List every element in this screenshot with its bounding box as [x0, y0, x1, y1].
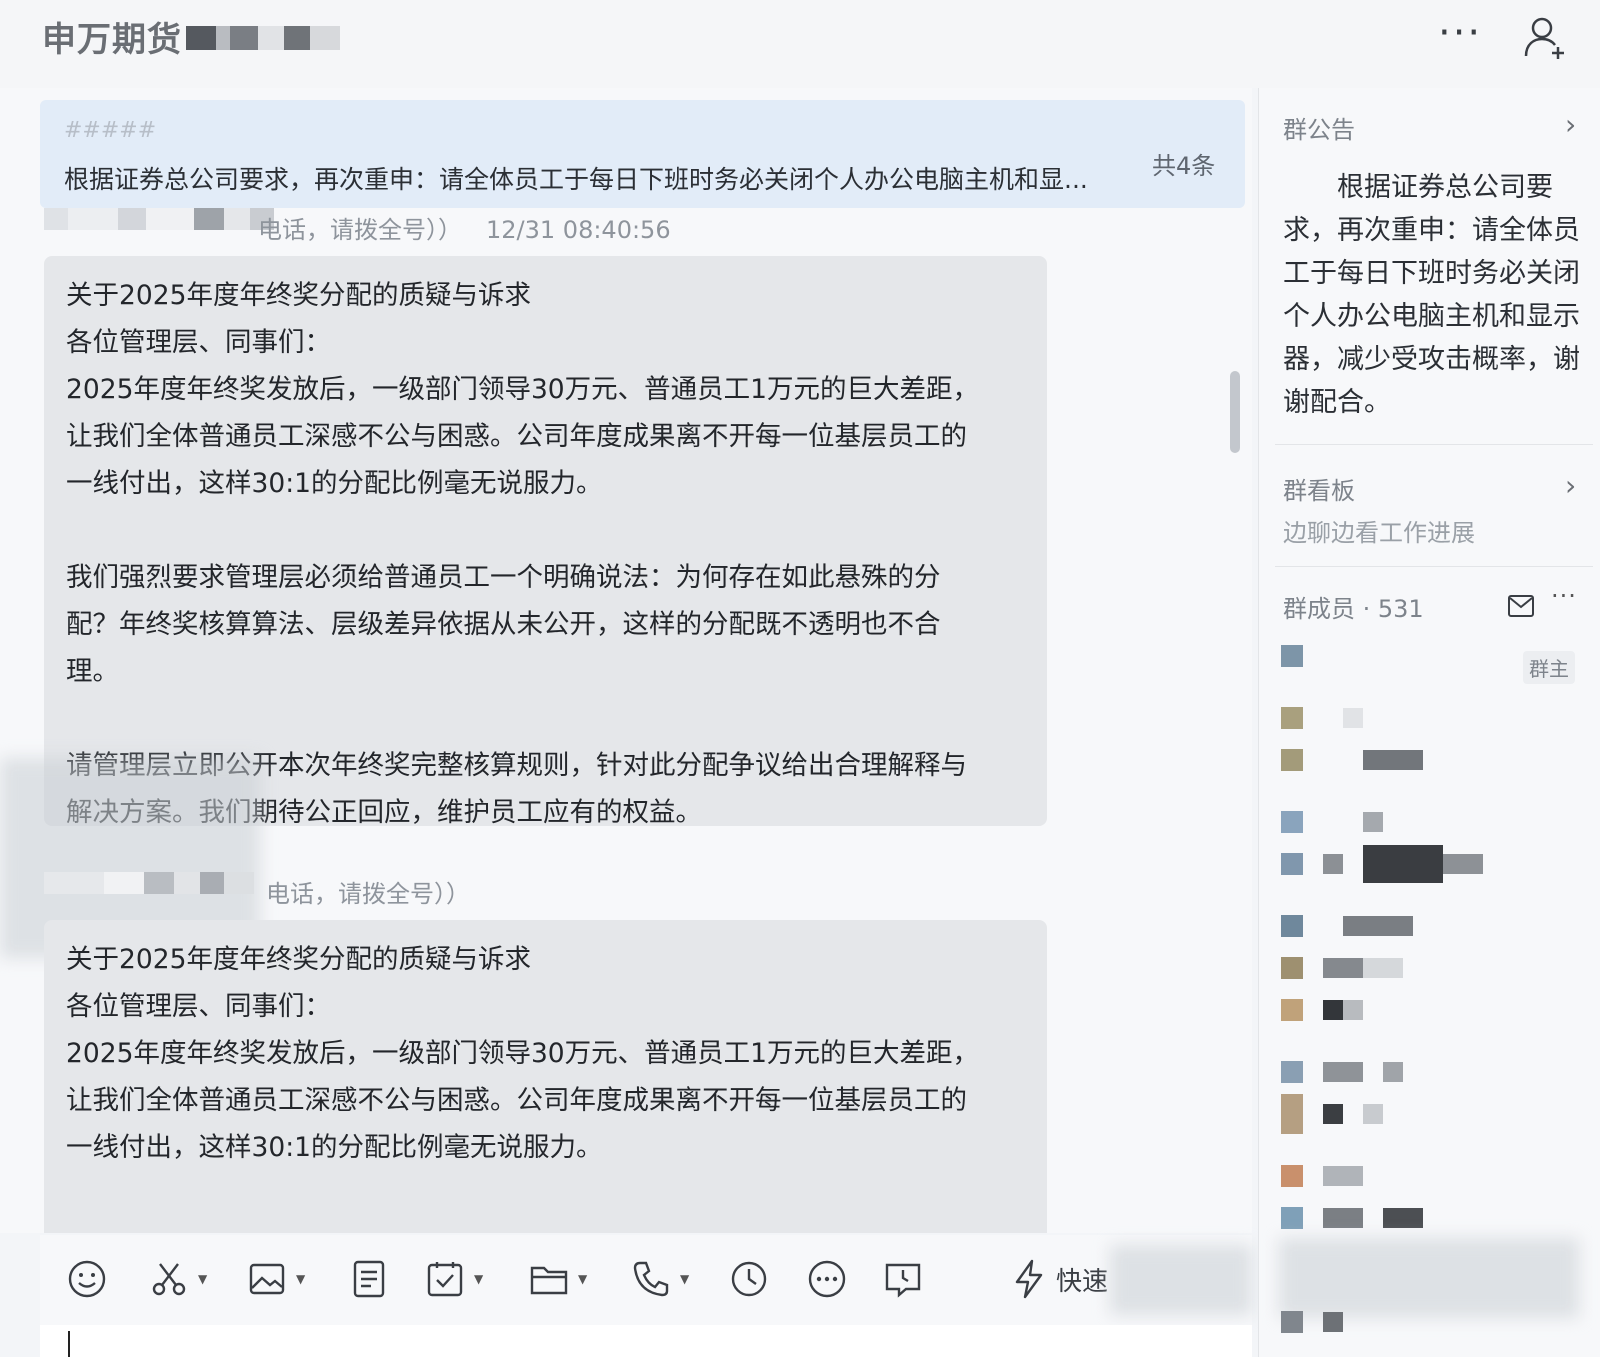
message-line: 让我们全体普通员工深感不公与困惑。公司年度成果离不开每一位基层员工的 [66, 421, 967, 452]
emoji-icon [68, 1260, 106, 1298]
board-subtitle: 边聊边看工作进展 [1283, 519, 1475, 547]
quick-reply-button[interactable]: 快速 [1008, 1257, 1108, 1301]
member-row[interactable] [1281, 914, 1413, 938]
message-line: 一线付出，这样30:1的分配比例毫无说服力。 [66, 468, 603, 499]
pinned-count[interactable]: 共4条 [1152, 146, 1215, 181]
message-line: 各位管理层、同事们： [66, 327, 331, 358]
sender-suffix: 电话，请拨全号）） [266, 880, 470, 908]
board-title[interactable]: 群看板 [1283, 471, 1355, 506]
member-row[interactable] [1281, 1094, 1383, 1134]
folder-icon [530, 1266, 568, 1295]
divider [1275, 444, 1593, 445]
message-line: 关于2025年度年终奖分配的质疑与诉求 [66, 280, 531, 311]
document-button[interactable] [348, 1257, 390, 1301]
member-row[interactable] [1281, 810, 1383, 834]
chat-scrollbar[interactable] [1230, 371, 1240, 453]
owner-badge: 群主 [1523, 651, 1575, 684]
group-info-panel: 群公告 › 根据证券总公司要求，再次重申：请全体员工于每日下班时务必关闭个人办公… [1258, 88, 1600, 1357]
chevron-right-icon[interactable]: › [1565, 108, 1576, 141]
screenshot-button[interactable]: ▼ [148, 1257, 207, 1301]
message-clock-icon [885, 1263, 921, 1298]
member-row[interactable] [1281, 748, 1423, 772]
emoji-button[interactable] [66, 1257, 108, 1301]
member-row[interactable] [1281, 1164, 1363, 1188]
chevron-right-icon[interactable]: › [1565, 469, 1576, 502]
message-line: 2025年度年终奖发放后，一级部门领导30万元、普通员工1万元的巨大差距， [66, 1038, 980, 1069]
announcement-title[interactable]: 群公告 [1283, 110, 1355, 145]
message-line: 让我们全体普通员工深感不公与困惑。公司年度成果离不开每一位基层员工的 [66, 1085, 967, 1116]
pinned-announcement-bar[interactable]: ##### 根据证券总公司要求，再次重申：请全体员工于每日下班时务必关闭个人办公… [40, 100, 1245, 208]
pinned-label: ##### [64, 118, 157, 143]
folder-button[interactable]: ▼ [528, 1257, 587, 1301]
call-button[interactable]: ▼ [630, 1257, 689, 1301]
message-line: 配？年终奖核算算法、层级差异依据从未公开，这样的分配既不透明也不合 [66, 609, 941, 640]
quick-reply-label: 快速 [1056, 1266, 1109, 1297]
timer-button[interactable] [728, 1257, 770, 1301]
members-title[interactable]: 群成员 · 531 [1283, 589, 1424, 624]
pinned-text: 根据证券总公司要求，再次重申：请全体员工于每日下班时务必关闭个人办公电脑主机和显… [64, 165, 1088, 194]
member-row[interactable] [1281, 845, 1483, 883]
message-line: 各位管理层、同事们： [66, 991, 331, 1022]
dropdown-caret-icon[interactable]: ▼ [296, 1272, 305, 1286]
member-row[interactable] [1281, 644, 1303, 668]
more-icon[interactable]: ··· [1438, 10, 1482, 56]
message-bubble[interactable]: 关于2025年度年终奖分配的质疑与诉求 各位管理层、同事们： 2025年度年终奖… [44, 256, 1047, 828]
message-bubble[interactable]: 关于2025年度年终奖分配的质疑与诉求 各位管理层、同事们： 2025年度年终奖… [44, 920, 1047, 1233]
message-line: 一线付出，这样30:1的分配比例毫无说服力。 [66, 1132, 603, 1163]
chat-title: 申万期货 [42, 20, 182, 60]
task-button[interactable]: ▼ [424, 1257, 483, 1301]
member-row[interactable] [1281, 998, 1363, 1022]
message-sender: 电话，请拨全号）） [266, 874, 470, 909]
more-tools-button[interactable] [806, 1257, 848, 1301]
message-line: 我们强烈要求管理层必须给普通员工一个明确说法：为何存在如此悬殊的分 [66, 562, 941, 593]
blur-redaction [1279, 1238, 1579, 1318]
announcement-text: 根据证券总公司要求，再次重申：请全体员工于每日下班时务必关闭个人办公电脑主机和显… [1283, 172, 1580, 418]
member-row[interactable] [1281, 1060, 1403, 1084]
message-time: 12/31 08:40:56 [486, 216, 671, 244]
message-line: 2025年度年终奖发放后，一级部门领导30万元、普通员工1万元的巨大差距， [66, 374, 980, 405]
member-row[interactable] [1281, 706, 1363, 730]
divider [1275, 566, 1593, 567]
more-icon[interactable]: ··· [1551, 582, 1577, 610]
scissors-icon [152, 1263, 186, 1296]
member-row[interactable] [1281, 1206, 1423, 1230]
member-row[interactable] [1281, 956, 1403, 980]
chat-header: 申万期货 ··· [0, 0, 1600, 88]
redacted-title-suffix [186, 26, 340, 50]
blur-redaction [1110, 1245, 1252, 1315]
text-cursor [68, 1331, 70, 1357]
clock-icon [731, 1261, 767, 1297]
phone-icon [633, 1261, 669, 1297]
mail-icon[interactable] [1507, 594, 1535, 618]
dropdown-caret-icon[interactable]: ▼ [680, 1272, 689, 1286]
member-row[interactable] [1281, 1310, 1343, 1334]
lightning-icon [1015, 1259, 1043, 1299]
redacted-sender-name [44, 208, 274, 230]
message-sender: 电话，请拨全号）） 12/31 08:40:56 [258, 210, 671, 245]
message-line: 理。 [66, 656, 119, 687]
input-toolbar: ▼ ▼ ▼ ▼ ▼ 快速 [40, 1235, 1252, 1325]
sender-suffix: 电话，请拨全号）） [258, 216, 462, 244]
add-member-icon[interactable] [1522, 14, 1570, 62]
dropdown-caret-icon[interactable]: ▼ [198, 1272, 207, 1286]
message-line: 关于2025年度年终奖分配的质疑与诉求 [66, 944, 531, 975]
image-button[interactable]: ▼ [246, 1257, 305, 1301]
image-icon [249, 1263, 285, 1295]
dropdown-caret-icon[interactable]: ▼ [578, 1272, 587, 1286]
redacted-sender-name [44, 872, 254, 894]
dropdown-caret-icon[interactable]: ▼ [474, 1272, 483, 1286]
document-icon [353, 1260, 385, 1298]
more-circle-icon [808, 1260, 846, 1298]
message-input[interactable] [40, 1325, 1252, 1357]
chat-area[interactable]: ##### 根据证券总公司要求，再次重申：请全体员工于每日下班时务必关闭个人办公… [0, 88, 1252, 1233]
task-icon [427, 1262, 463, 1297]
scheduled-message-button[interactable] [882, 1257, 924, 1301]
